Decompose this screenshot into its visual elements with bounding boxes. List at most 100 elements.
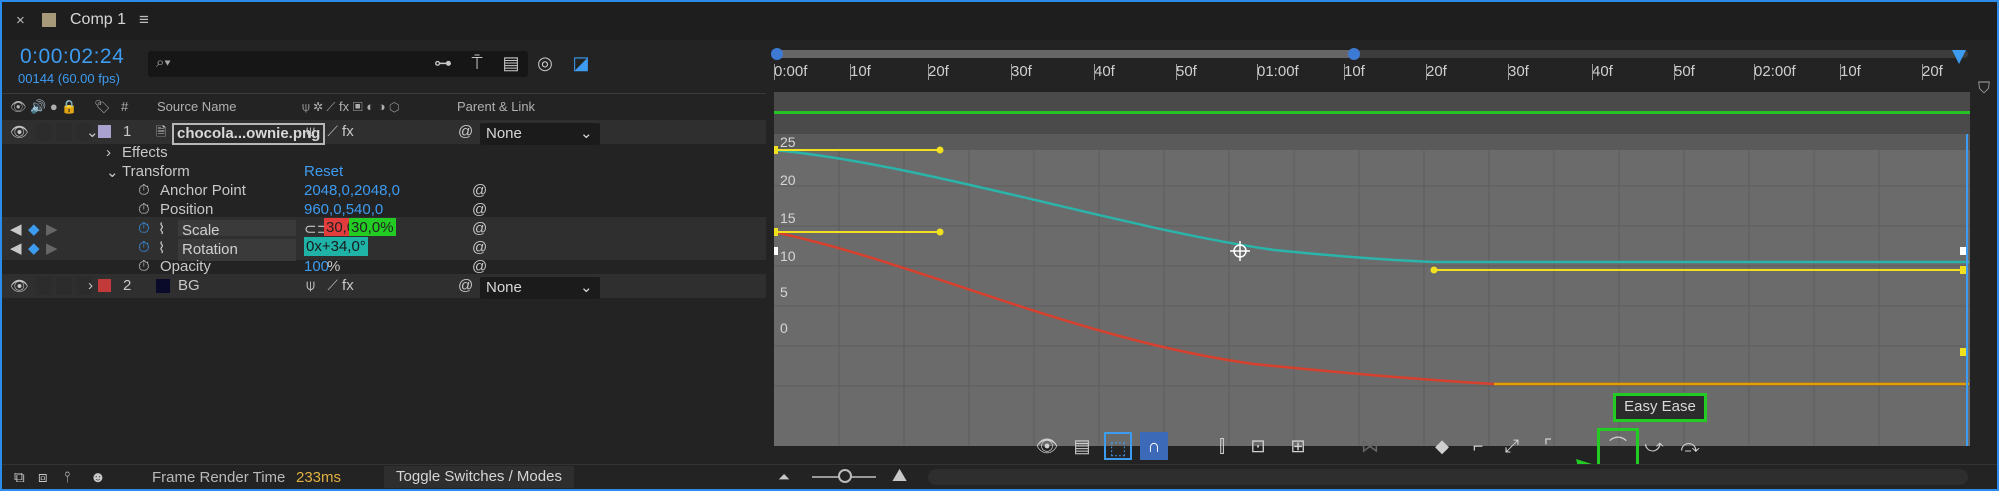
separate-dimensions-icon[interactable]: ⊞ <box>1284 432 1312 460</box>
stopwatch-icon[interactable]: ⏱ <box>138 201 150 218</box>
zoom-in-icon[interactable]: ⛰ <box>892 465 907 486</box>
transform-box-icon[interactable]: ⬚ <box>1104 432 1132 460</box>
solo-cell[interactable] <box>56 277 72 295</box>
column-source-name[interactable]: Source Name <box>157 99 236 114</box>
bounding-handle[interactable] <box>770 247 778 255</box>
scale-value-y[interactable]: 30,0% <box>349 218 396 237</box>
stopwatch-icon[interactable]: ⏱ <box>138 220 150 237</box>
handle-dot[interactable] <box>1430 266 1438 274</box>
snap-icon[interactable]: ∩ <box>1140 432 1168 460</box>
ruler-tick <box>1011 64 1012 80</box>
y-axis-label: 0 <box>780 320 788 336</box>
chevron-right-icon[interactable]: › <box>88 277 93 294</box>
ruler-tick-label: 20f <box>1426 63 1447 80</box>
ruler-tick-label: 20f <box>928 63 949 80</box>
layer-number: 1 <box>123 123 132 140</box>
tab-menu-icon[interactable]: ≡ <box>139 10 149 30</box>
toggle-switches-button[interactable]: Toggle Switches / Modes <box>384 466 574 488</box>
keyframe-marker[interactable] <box>770 228 778 236</box>
tab-bar: × Comp 1 ≡ <box>2 2 1997 40</box>
anchor-label: Anchor Point <box>160 182 246 199</box>
navigator-start-handle[interactable] <box>771 48 783 60</box>
fit-selection-icon[interactable]: ⫿ <box>1208 432 1236 460</box>
navigator-end-handle[interactable] <box>1348 48 1360 60</box>
handle-dot[interactable] <box>936 146 944 154</box>
layer-switches[interactable]: ⍦ ⟋ fx <box>306 123 354 140</box>
opacity-value[interactable]: 100 <box>304 258 329 275</box>
expression-icon[interactable]: @ <box>472 201 487 218</box>
stopwatch-icon[interactable]: ⏱ <box>138 239 150 256</box>
easy-ease-in-icon[interactable]: ⤻ <box>1640 432 1668 460</box>
ruler-tick <box>1922 64 1923 80</box>
tab-title[interactable]: Comp 1 <box>70 11 126 29</box>
parent-value: None <box>486 279 522 296</box>
draft-3d-icon[interactable]: ⍑ <box>464 50 490 76</box>
chevron-down-icon[interactable]: ⌄ <box>86 123 99 141</box>
layer-row-2[interactable]: 👁 › 2 BG ⍦ ⟋ fx @ None ⌄ <box>2 274 766 299</box>
layer-panel: 0:00:02:24 00144 (60.00 fps) ⌕▾ ⊶ ⍑ ▤ ◎ … <box>2 40 766 464</box>
layer-mini-icon[interactable]: ⧈ <box>38 469 48 486</box>
zoom-out-icon[interactable]: ⏶ <box>778 469 790 486</box>
column-parent[interactable]: Parent & Link <box>457 99 535 114</box>
ruler-tick-label: 10f <box>850 63 871 80</box>
eye-icon[interactable]: 👁 <box>10 123 29 141</box>
marker-icon[interactable]: ⛉ <box>1978 80 1996 102</box>
graph-svg[interactable] <box>770 134 1970 446</box>
timeline-scrollbar[interactable] <box>928 469 1968 485</box>
rotation-value[interactable]: 0x+34,0° <box>304 237 368 256</box>
shy-icon[interactable]: ☻ <box>90 469 106 486</box>
scale-curve[interactable] <box>773 230 1969 386</box>
solo-cell[interactable] <box>56 123 72 141</box>
ruler-tick <box>1426 64 1427 80</box>
layer-name[interactable]: BG <box>178 277 200 294</box>
stopwatch-icon[interactable]: ⏱ <box>138 258 150 275</box>
edit-selected-icon[interactable]: ⋈ <box>1356 432 1384 460</box>
reset-link[interactable]: Reset <box>304 163 343 180</box>
expression-icon[interactable]: @ <box>472 220 487 237</box>
keyframe-marker[interactable] <box>770 146 778 154</box>
stopwatch-icon[interactable]: ⏱ <box>138 182 150 199</box>
fit-all-icon[interactable]: ⊡ <box>1244 432 1272 460</box>
comp-mini-icon[interactable]: ⧉ <box>14 469 25 486</box>
layer-label-color[interactable] <box>98 125 111 138</box>
ruler-tick-label: 50f <box>1674 63 1695 80</box>
ruler-tick-label: 10f <box>1344 63 1365 80</box>
close-tab-icon[interactable]: × <box>16 12 25 29</box>
time-navigator-range[interactable] <box>774 50 1352 58</box>
pickwhip-icon[interactable]: @ <box>458 123 473 140</box>
graph-editor-icon[interactable]: ◪ <box>568 50 594 76</box>
easy-ease-out-icon[interactable]: ⤼ <box>1676 432 1704 460</box>
layer-label-color[interactable] <box>98 279 111 292</box>
audio-cell[interactable] <box>36 277 52 295</box>
expression-icon[interactable]: @ <box>472 258 487 275</box>
expression-icon[interactable]: @ <box>472 239 487 256</box>
show-properties-icon[interactable]: 👁 <box>1033 432 1061 460</box>
adjust-icon[interactable]: ⫯ <box>64 469 71 486</box>
layer-switches[interactable]: ⍦ ⟋ fx <box>306 277 354 294</box>
current-time[interactable]: 0:00:02:24 <box>20 45 124 69</box>
chevron-right-icon[interactable]: › <box>106 144 111 161</box>
eye-icon[interactable]: 👁 <box>10 277 29 295</box>
graph-options-icon[interactable]: ▤ <box>1068 432 1096 460</box>
transform-label: Transform <box>122 163 190 180</box>
zoom-slider-thumb[interactable] <box>838 469 852 483</box>
graph-header-band <box>774 134 1970 150</box>
rotation-curve[interactable] <box>773 148 1969 264</box>
graph-area[interactable]: 25 20 15 10 5 0 <box>770 134 1970 446</box>
solid-thumbnail <box>156 279 170 293</box>
column-number: # <box>121 99 129 114</box>
parent-value: None <box>486 125 522 142</box>
ruler-tick <box>1094 64 1095 80</box>
motion-blur-icon[interactable]: ◎ <box>532 50 558 76</box>
anchor-value[interactable]: 2048,0,2048,0 <box>304 182 400 199</box>
audio-cell[interactable] <box>36 123 52 141</box>
expression-icon[interactable]: @ <box>472 182 487 199</box>
parent-dropdown[interactable]: None ⌄ <box>480 277 600 299</box>
frame-blending-icon[interactable]: ▤ <box>498 50 524 76</box>
search-icon: ⌕▾ <box>156 54 171 71</box>
handle-dot[interactable] <box>936 228 944 236</box>
comp-flowchart-icon[interactable]: ⊶ <box>430 50 456 76</box>
pickwhip-icon[interactable]: @ <box>458 277 473 294</box>
render-bar <box>774 111 1970 114</box>
position-value[interactable]: 960,0,540,0 <box>304 201 383 218</box>
